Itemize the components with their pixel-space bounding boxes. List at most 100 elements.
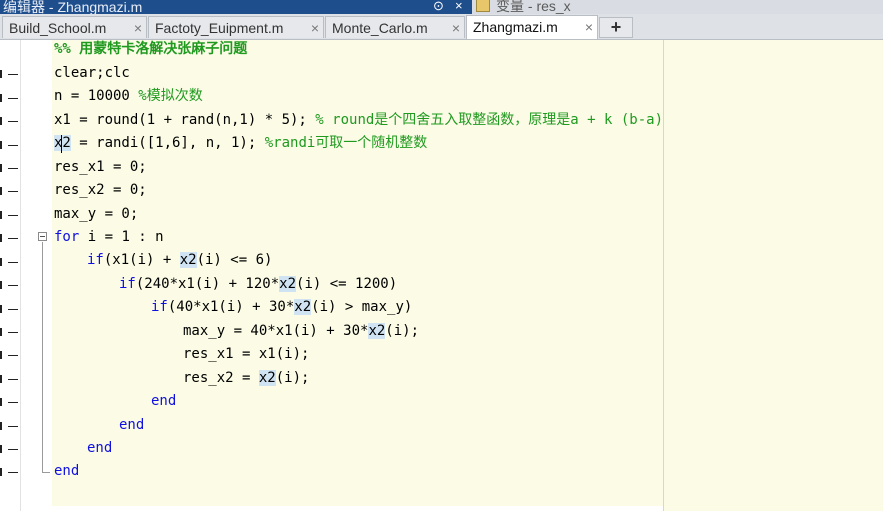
breakpoint-dash[interactable] (8, 98, 18, 99)
line-marker (0, 94, 2, 102)
breakpoint-dash[interactable] (8, 215, 18, 216)
line-marker (0, 351, 2, 359)
code-text: = randi([1,6], n, 1); (70, 135, 265, 151)
code-text: x1 = round(1 + rand(n,1) * 5); (54, 112, 316, 128)
breakpoint-dash[interactable] (8, 262, 18, 263)
variable-icon (476, 0, 490, 12)
code-line-15[interactable]: res_x2 = x2(i); (183, 367, 309, 390)
code-line-9[interactable]: for i = 1 : n (54, 226, 164, 249)
code-text: (40*x1(i) + 30* (167, 299, 295, 315)
code-line-6[interactable]: res_x1 = 0; (54, 156, 147, 179)
code-text: (x1(i) + (103, 252, 180, 268)
code-line-14[interactable]: res_x1 = x1(i); (183, 343, 309, 366)
line-marker (0, 187, 2, 195)
dropdown-icon[interactable]: ⊙ (433, 0, 444, 14)
line-marker (0, 468, 2, 476)
breakpoint-dash[interactable] (8, 238, 18, 239)
code-line-16[interactable]: end (151, 390, 176, 413)
code-line-3[interactable]: n = 10000 %模拟次数 (54, 85, 203, 108)
line-marker (0, 445, 2, 453)
tab-build-school[interactable]: Build_School.m × (2, 16, 147, 38)
breakpoint-dash[interactable] (8, 145, 18, 146)
breakpoint-dash[interactable] (8, 191, 18, 192)
variable-panel-header[interactable]: 变量 - res_x (472, 0, 883, 14)
tab-zhangmazi[interactable]: Zhangmazi.m × (466, 15, 598, 39)
fold-guide-end (42, 472, 50, 473)
variable-panel (663, 40, 883, 511)
tab-label: Build_School.m (9, 20, 107, 36)
code-line-8[interactable]: max_y = 0; (54, 203, 138, 226)
code-text: res_x1 = x1(i); (183, 346, 310, 362)
code-text: (i) > max_y) (311, 299, 413, 315)
line-marker (0, 305, 2, 313)
cell-title-comment: %% 用蒙特卡洛解决张麻子问题 (54, 41, 248, 57)
variable-highlight: x2 (368, 323, 386, 339)
code-line-2[interactable]: clear;clc (54, 62, 130, 85)
code-line-7[interactable]: res_x2 = 0; (54, 179, 147, 202)
code-line-19[interactable]: end (54, 460, 79, 483)
keyword: end (87, 440, 113, 456)
variable-highlight: x2 (258, 370, 276, 386)
breakpoint-dash[interactable] (8, 332, 18, 333)
keyword: end (151, 393, 177, 409)
code-line-1[interactable]: %% 用蒙特卡洛解决张麻子问题 (54, 38, 247, 61)
line-marker (0, 281, 2, 289)
code-text: clear;clc (54, 65, 130, 81)
breakpoint-dash[interactable] (8, 355, 18, 356)
tab-close-icon[interactable]: × (585, 16, 593, 38)
keyword: if (151, 299, 168, 315)
line-marker (0, 258, 2, 266)
code-comment: %模拟次数 (138, 88, 203, 104)
variable-highlight: x2 (279, 276, 297, 292)
close-icon[interactable]: × (455, 0, 463, 14)
code-text: res_x2 = (183, 370, 259, 386)
code-text: max_y = 40*x1(i) + 30* (183, 323, 369, 339)
line-marker (0, 211, 2, 219)
breakpoint-dash[interactable] (8, 402, 18, 403)
keyword: end (119, 417, 145, 433)
tab-close-icon[interactable]: × (134, 17, 142, 39)
new-tab-button[interactable]: + (599, 17, 633, 38)
code-line-11[interactable]: if(240*x1(i) + 120*x2(i) <= 1200) (119, 273, 397, 296)
code-line-10[interactable]: if(x1(i) + x2(i) <= 6) (87, 249, 272, 272)
line-marker (0, 141, 2, 149)
breakpoint-dash[interactable] (8, 74, 18, 75)
breakpoint-dash[interactable] (8, 426, 18, 427)
tab-close-icon[interactable]: × (311, 17, 319, 39)
code-text: (i) <= 6) (196, 252, 273, 268)
line-marker (0, 422, 2, 430)
tab-label: Zhangmazi.m (473, 19, 558, 35)
keyword: end (54, 463, 80, 479)
code-text: (i); (275, 370, 310, 386)
breakpoint-dash[interactable] (8, 379, 18, 380)
breakpoint-dash[interactable] (8, 449, 18, 450)
line-marker (0, 70, 2, 78)
breakpoint-dash[interactable] (8, 121, 18, 122)
code-line-13[interactable]: max_y = 40*x1(i) + 30*x2(i); (183, 320, 419, 343)
code-text: i = 1 : n (79, 229, 164, 245)
tab-monte-carlo[interactable]: Monte_Carlo.m × (325, 16, 465, 38)
breakpoint-dash[interactable] (8, 472, 18, 473)
code-line-18[interactable]: end (87, 437, 112, 460)
tab-close-icon[interactable]: × (452, 17, 460, 39)
fold-toggle-icon[interactable] (38, 232, 47, 241)
keyword: for (54, 229, 80, 245)
tab-factoty-euipment[interactable]: Factoty_Euipment.m × (148, 16, 324, 38)
breakpoint-dash[interactable] (8, 309, 18, 310)
code-line-4[interactable]: x1 = round(1 + rand(n,1) * 5); % round是个… (54, 109, 663, 132)
fold-area (20, 40, 53, 511)
code-line-12[interactable]: if(40*x1(i) + 30*x2(i) > max_y) (151, 296, 412, 319)
variable-highlight: x2 (54, 135, 71, 151)
variable-highlight: x2 (179, 252, 197, 268)
window-title: 编辑器 - Zhangmazi.m (3, 0, 143, 14)
code-comment: %randi可取一个随机整数 (264, 135, 428, 151)
line-marker (0, 164, 2, 172)
breakpoint-dash[interactable] (8, 168, 18, 169)
code-line-17[interactable]: end (119, 414, 144, 437)
title-bar: 编辑器 - Zhangmazi.m ⊙ × 变量 - res_x (0, 0, 883, 14)
line-marker (0, 375, 2, 383)
code-text: n = 10000 (54, 88, 139, 104)
fold-guide-line (42, 242, 43, 472)
breakpoint-dash[interactable] (8, 285, 18, 286)
code-line-5[interactable]: x2 = randi([1,6], n, 1); %randi可取一个随机整数 (54, 132, 427, 155)
